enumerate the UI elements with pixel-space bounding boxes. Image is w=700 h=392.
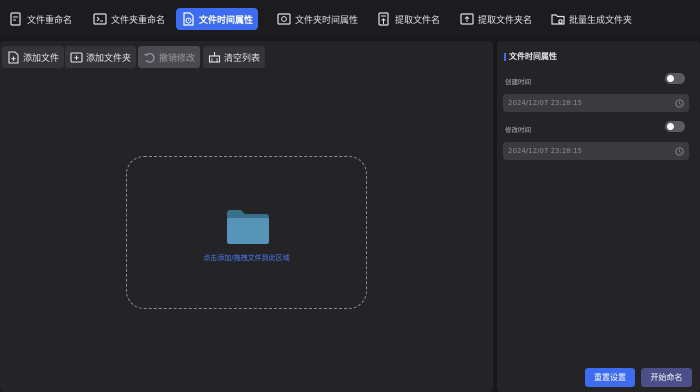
modified-time-toggle[interactable] bbox=[665, 121, 685, 132]
tab-extract-filename[interactable]: 提取文件名 bbox=[372, 8, 445, 30]
tab-label: 文件时间属性 bbox=[199, 15, 254, 26]
reset-settings-button[interactable]: 重置设置 bbox=[585, 368, 635, 387]
created-time-input[interactable]: 2024/12/07 23:28:15 bbox=[503, 94, 689, 112]
undo-button[interactable]: 撤销修改 bbox=[138, 46, 201, 68]
clear-list-icon bbox=[208, 51, 221, 63]
undo-label: 撤销修改 bbox=[159, 53, 196, 64]
tab-folder-time[interactable]: 文件夹时间属性 bbox=[272, 8, 363, 30]
top-tab-bar: 文件重命名 文件夹重命名 文件时间属性 文件夹时间属性 提取文件名 提取文件夹名… bbox=[0, 0, 700, 37]
modified-time-label: 修改时间 bbox=[505, 126, 531, 134]
panel-title-text: 文件时间属性 bbox=[509, 52, 557, 61]
tab-label: 提取文件名 bbox=[395, 15, 441, 26]
undo-icon bbox=[144, 52, 155, 63]
toggle-knob bbox=[667, 75, 674, 82]
created-time-toggle[interactable] bbox=[665, 73, 685, 84]
extract-filename-icon bbox=[378, 12, 389, 26]
extract-foldername-icon bbox=[460, 13, 474, 25]
add-file-label: 添加文件 bbox=[23, 53, 60, 64]
tab-extract-foldername[interactable]: 提取文件夹名 bbox=[455, 8, 537, 30]
drop-zone[interactable]: 点击添加/拖拽文件到此区域 bbox=[126, 156, 367, 309]
file-rename-icon bbox=[10, 12, 21, 26]
add-folder-label: 添加文件夹 bbox=[86, 53, 132, 64]
folder-icon bbox=[227, 210, 269, 244]
tab-label: 提取文件夹名 bbox=[478, 15, 533, 26]
panel-title: 文件时间属性 bbox=[504, 51, 557, 62]
modified-time-input[interactable]: 2024/12/07 23:28:15 bbox=[503, 142, 689, 160]
clear-list-label: 清空列表 bbox=[224, 53, 261, 64]
add-file-icon bbox=[8, 50, 19, 64]
tab-file-time[interactable]: 文件时间属性 bbox=[176, 8, 259, 30]
tab-file-rename[interactable]: 文件重命名 bbox=[4, 8, 77, 30]
file-time-icon bbox=[183, 12, 194, 26]
add-file-button[interactable]: 添加文件 bbox=[2, 46, 65, 68]
add-folder-icon bbox=[70, 51, 83, 63]
drop-zone-hint: 点击添加/拖拽文件到此区域 bbox=[203, 254, 290, 262]
tab-label: 文件夹时间属性 bbox=[295, 15, 359, 26]
clear-list-button[interactable]: 清空列表 bbox=[203, 46, 266, 68]
time-settings-panel: 文件时间属性 创建时间 2024/12/07 23:28:15 修改时间 202… bbox=[497, 41, 700, 392]
toggle-knob bbox=[667, 123, 674, 130]
clock-icon bbox=[675, 98, 684, 108]
title-accent-bar bbox=[504, 52, 506, 61]
add-folder-button[interactable]: 添加文件夹 bbox=[65, 46, 137, 68]
tab-label: 批量生成文件夹 bbox=[569, 15, 633, 26]
start-rename-button[interactable]: 开始命名 bbox=[641, 368, 692, 387]
tab-label: 文件重命名 bbox=[27, 15, 73, 26]
tab-folder-rename[interactable]: 文件夹重命名 bbox=[88, 8, 170, 30]
modified-time-value: 2024/12/07 23:28:15 bbox=[508, 147, 583, 155]
file-list-panel: 添加文件 添加文件夹 撤销修改 清空列表 点击添加/拖拽文件到此区域 bbox=[0, 41, 493, 392]
tab-batch-folder[interactable]: 批量生成文件夹 bbox=[546, 8, 637, 30]
folder-rename-icon bbox=[93, 13, 107, 25]
clock-icon bbox=[675, 146, 684, 156]
created-time-label: 创建时间 bbox=[505, 78, 531, 86]
tab-label: 文件夹重命名 bbox=[111, 15, 166, 26]
folder-time-icon bbox=[277, 13, 291, 25]
created-time-value: 2024/12/07 23:28:15 bbox=[508, 99, 583, 107]
batch-folder-icon bbox=[551, 14, 565, 25]
